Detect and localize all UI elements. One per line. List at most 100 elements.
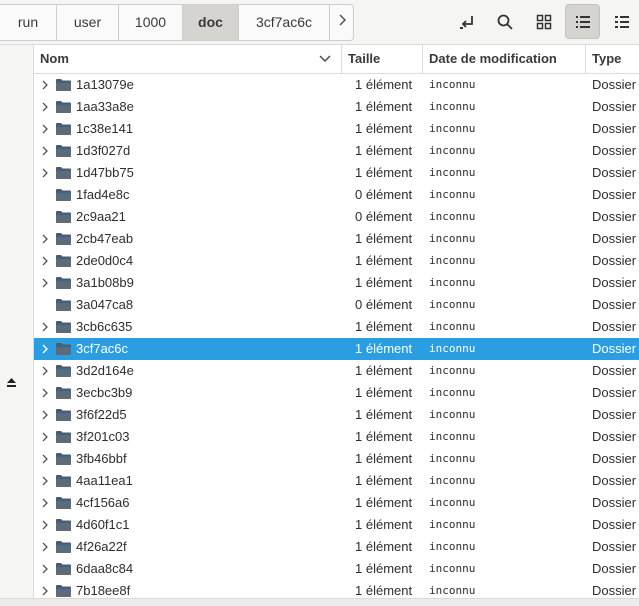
table-row[interactable]: 1aa33a8e 1 élément inconnu Dossier (34, 96, 639, 118)
breadcrumb-user[interactable]: user (57, 5, 119, 40)
file-name: 3a1b08b9 (76, 275, 134, 290)
table-row[interactable]: 1c38e141 1 élément inconnu Dossier (34, 118, 639, 140)
expander-icon[interactable] (41, 564, 49, 574)
breadcrumb-3cf7ac6c[interactable]: 3cf7ac6c (239, 5, 330, 40)
table-row[interactable]: 1d47bb75 1 élément inconnu Dossier (34, 162, 639, 184)
table-row[interactable]: 1d3f027d 1 élément inconnu Dossier (34, 140, 639, 162)
expander-icon[interactable] (41, 102, 49, 112)
breadcrumb-doc[interactable]: doc (183, 5, 239, 40)
expander-icon[interactable] (41, 146, 49, 156)
folder-icon (56, 453, 71, 465)
table-row[interactable]: 2de0d0c4 1 élément inconnu Dossier (34, 250, 639, 272)
expander-icon[interactable] (41, 168, 49, 178)
expander-icon[interactable] (41, 322, 49, 332)
table-row[interactable]: 3a047ca8 0 élément inconnu Dossier (34, 294, 639, 316)
expander-icon[interactable] (41, 432, 49, 442)
breadcrumb-1000[interactable]: 1000 (119, 5, 183, 40)
file-size: 1 élément (355, 253, 413, 268)
file-name: 1d47bb75 (76, 165, 134, 180)
expander-icon[interactable] (41, 278, 49, 288)
expander-icon[interactable] (41, 542, 49, 552)
folder-icon (56, 497, 71, 509)
search-button[interactable] (487, 4, 522, 39)
expander-icon[interactable] (41, 476, 49, 486)
eject-icon[interactable] (6, 377, 17, 388)
table-row[interactable]: 4f26a22f 1 élément inconnu Dossier (34, 536, 639, 558)
table-row[interactable]: 3fb46bbf 1 élément inconnu Dossier (34, 448, 639, 470)
table-row[interactable]: 4aa11ea1 1 élément inconnu Dossier (34, 470, 639, 492)
file-size: 1 élément (355, 517, 413, 532)
open-location-button[interactable] (449, 4, 484, 39)
table-row[interactable]: 3cf7ac6c 1 élément inconnu Dossier (34, 338, 639, 360)
file-size: 1 élément (355, 583, 413, 598)
menu-button[interactable] (604, 4, 639, 39)
file-date: inconnu (429, 518, 476, 531)
expander-icon[interactable] (41, 344, 49, 354)
table-row[interactable]: 3f201c03 1 élément inconnu Dossier (34, 426, 639, 448)
file-date: inconnu (429, 430, 476, 443)
file-name: 4f26a22f (76, 539, 127, 554)
table-row[interactable]: 1fad4e8c 0 élément inconnu Dossier (34, 184, 639, 206)
expander-icon[interactable] (41, 388, 49, 398)
file-type: Dossier (592, 121, 637, 136)
table-row[interactable]: 7b18ee8f 1 élément inconnu Dossier (34, 580, 639, 598)
file-date: inconnu (429, 276, 476, 289)
file-size: 0 élément (355, 209, 413, 224)
expander-icon[interactable] (41, 586, 49, 596)
file-size: 1 élément (355, 77, 413, 92)
folder-icon (56, 123, 71, 135)
file-date: inconnu (429, 298, 476, 311)
table-row[interactable]: 3ecbc3b9 1 élément inconnu Dossier (34, 382, 639, 404)
file-date: inconnu (429, 562, 476, 575)
expander-icon[interactable] (41, 498, 49, 508)
file-date: inconnu (429, 452, 476, 465)
table-row[interactable]: 2cb47eab 1 élément inconnu Dossier (34, 228, 639, 250)
column-name-header[interactable]: Nom (34, 45, 341, 73)
file-type: Dossier (592, 363, 637, 378)
file-name: 6daa8c84 (76, 561, 134, 576)
column-date-header[interactable]: Date de modification (422, 45, 585, 73)
grid-view-button[interactable] (526, 4, 561, 39)
table-row[interactable]: 3cb6c635 1 élément inconnu Dossier (34, 316, 639, 338)
expander-icon[interactable] (41, 80, 49, 90)
breadcrumb-run[interactable]: run (0, 5, 57, 40)
chevron-right-icon (338, 14, 346, 26)
file-size: 0 élément (355, 297, 413, 312)
file-name: 3f201c03 (76, 429, 130, 444)
file-date: inconnu (429, 342, 476, 355)
file-size: 1 élément (355, 561, 413, 576)
expander-icon[interactable] (41, 454, 49, 464)
table-row[interactable]: 3d2d164e 1 élément inconnu Dossier (34, 360, 639, 382)
column-size-header[interactable]: Taille (341, 45, 422, 73)
column-header: Nom Taille Date de modification Type (34, 45, 639, 74)
table-row[interactable]: 3a1b08b9 1 élément inconnu Dossier (34, 272, 639, 294)
file-type: Dossier (592, 253, 637, 268)
file-type: Dossier (592, 319, 637, 334)
file-name: 3f6f22d5 (76, 407, 127, 422)
table-row[interactable]: 2c9aa21 0 élément inconnu Dossier (34, 206, 639, 228)
list-view-button[interactable] (565, 4, 600, 39)
file-type: Dossier (592, 407, 637, 422)
breadcrumb-next-button[interactable] (330, 5, 353, 40)
table-row[interactable]: 4cf156a6 1 élément inconnu Dossier (34, 492, 639, 514)
table-row[interactable]: 4d60f1c1 1 élément inconnu Dossier (34, 514, 639, 536)
expander-icon[interactable] (41, 410, 49, 420)
file-size: 1 élément (355, 429, 413, 444)
file-size: 1 élément (355, 99, 413, 114)
file-name: 1fad4e8c (76, 187, 130, 202)
table-row[interactable]: 1a13079e 1 élément inconnu Dossier (34, 74, 639, 96)
column-type-header[interactable]: Type (585, 45, 639, 73)
expander-icon[interactable] (41, 234, 49, 244)
expander-icon[interactable] (41, 520, 49, 530)
expander-icon[interactable] (41, 124, 49, 134)
file-type: Dossier (592, 275, 637, 290)
file-type: Dossier (592, 341, 637, 356)
table-row[interactable]: 3f6f22d5 1 élément inconnu Dossier (34, 404, 639, 426)
file-size: 1 élément (355, 473, 413, 488)
expander-icon[interactable] (41, 366, 49, 376)
file-date: inconnu (429, 320, 476, 333)
table-row[interactable]: 6daa8c84 1 élément inconnu Dossier (34, 558, 639, 580)
file-type: Dossier (592, 99, 637, 114)
expander-icon[interactable] (41, 256, 49, 266)
file-name: 2de0d0c4 (76, 253, 134, 268)
